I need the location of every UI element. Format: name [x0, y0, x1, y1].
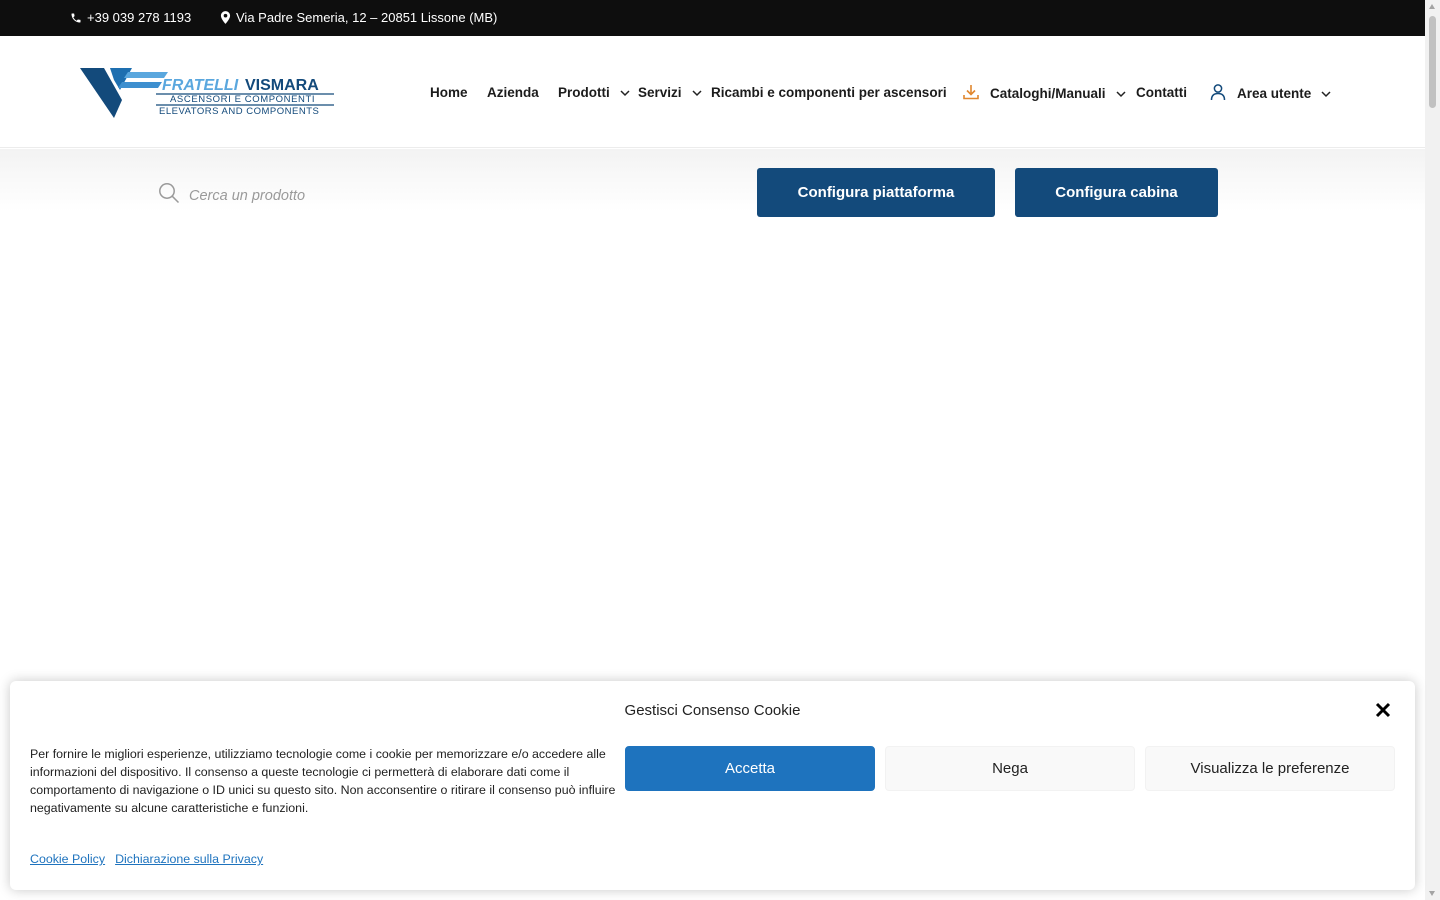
chevron-down-icon: [1115, 90, 1126, 97]
address-contact[interactable]: Via Padre Semeria, 12 – 20851 Lissone (M…: [220, 10, 497, 25]
main-nav: Home Azienda Prodotti Servizi Ricambi e …: [0, 36, 1425, 148]
phone-icon: [70, 12, 82, 24]
cookie-message: Per fornire le migliori esperienze, util…: [30, 747, 616, 815]
nav-prodotti-label: Prodotti: [558, 85, 610, 100]
nav-cataloghi[interactable]: Cataloghi/Manuali: [962, 83, 1126, 104]
chevron-down-icon: [692, 89, 702, 96]
phone-number: +39 039 278 1193: [87, 10, 192, 25]
user-icon: [1209, 83, 1227, 104]
nav-contatti-label: Contatti: [1136, 85, 1187, 100]
scroll-up-arrow-icon[interactable]: [1429, 4, 1435, 9]
cookie-policy-link[interactable]: Cookie Policy: [30, 852, 105, 866]
page-scrollbar[interactable]: [1425, 0, 1440, 900]
nav-area-utente-label: Area utente: [1237, 86, 1312, 101]
accept-cookies-button[interactable]: Accetta: [625, 746, 875, 791]
nav-azienda[interactable]: Azienda: [487, 85, 539, 100]
search-input[interactable]: [189, 187, 609, 204]
nav-home[interactable]: Home: [430, 85, 468, 100]
nav-azienda-label: Azienda: [487, 85, 539, 100]
nav-area-utente[interactable]: Area utente: [1209, 83, 1331, 104]
scrollbar-thumb[interactable]: [1429, 16, 1436, 108]
close-icon[interactable]: [1373, 700, 1393, 720]
cookie-consent-banner: Gestisci Consenso Cookie Per fornire le …: [10, 681, 1415, 890]
product-search: [158, 182, 609, 209]
search-icon: [158, 182, 180, 209]
configura-cabina-button[interactable]: Configura cabina: [1015, 168, 1218, 217]
privacy-statement-link[interactable]: Dichiarazione sulla Privacy: [115, 852, 263, 866]
configura-piattaforma-button[interactable]: Configura piattaforma: [757, 168, 995, 217]
chevron-down-icon: [1321, 90, 1331, 97]
top-bar: +39 039 278 1193 Via Padre Semeria, 12 –…: [0, 0, 1425, 36]
cookie-links: Cookie Policy Dichiarazione sulla Privac…: [30, 852, 263, 866]
location-pin-icon: [220, 11, 231, 24]
address-text: Via Padre Semeria, 12 – 20851 Lissone (M…: [236, 10, 498, 25]
cookie-title: Gestisci Consenso Cookie: [624, 702, 801, 719]
chevron-down-icon: [620, 89, 630, 96]
nav-ricambi-label: Ricambi e componenti per ascensori: [711, 85, 947, 100]
site-header: FRATELLI VISMARA ASCENSORI E COMPONENTI …: [0, 36, 1425, 148]
nav-servizi-label: Servizi: [638, 85, 682, 100]
nav-home-label: Home: [430, 85, 468, 100]
deny-cookies-button[interactable]: Nega: [885, 746, 1135, 791]
nav-servizi[interactable]: Servizi: [638, 85, 702, 100]
nav-ricambi[interactable]: Ricambi e componenti per ascensori: [711, 85, 947, 100]
download-icon: [962, 83, 980, 104]
nav-prodotti[interactable]: Prodotti: [558, 85, 630, 100]
view-preferences-button[interactable]: Visualizza le preferenze: [1145, 746, 1395, 791]
phone-contact[interactable]: +39 039 278 1193: [70, 10, 191, 25]
nav-cataloghi-label: Cataloghi/Manuali: [990, 86, 1106, 101]
scroll-down-arrow-icon[interactable]: [1429, 891, 1435, 896]
nav-contatti[interactable]: Contatti: [1136, 85, 1187, 100]
